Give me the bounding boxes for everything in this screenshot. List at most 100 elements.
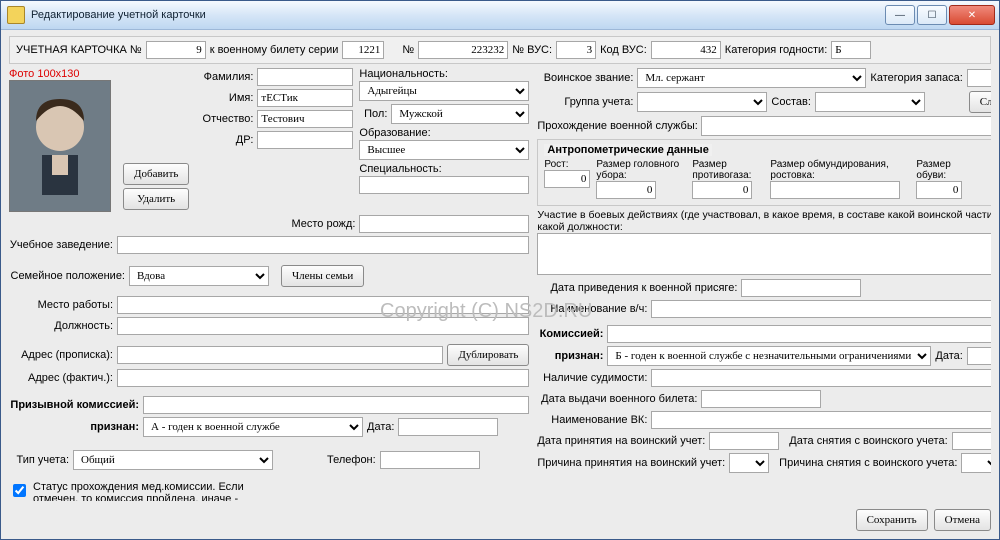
workplace-label: Место работы:	[9, 299, 113, 311]
shoe-input[interactable]	[916, 181, 962, 199]
save-button[interactable]: Сохранить	[856, 509, 928, 531]
group-select[interactable]	[637, 92, 767, 112]
close-button[interactable]: ✕	[949, 5, 995, 25]
oath-date-input[interactable]	[741, 279, 861, 297]
photo-delete-button[interactable]: Удалить	[123, 188, 189, 210]
shoe-label: Размер обуви:	[916, 159, 966, 181]
addr-fact-input[interactable]	[117, 369, 529, 387]
med-status-checkbox[interactable]	[13, 484, 26, 497]
recognized2-select[interactable]: Б - годен к военной службе с незначитель…	[607, 346, 931, 366]
patronymic-input[interactable]	[257, 110, 353, 128]
uniform-label: Размер обмундирования, ростовка:	[770, 159, 910, 181]
nationality-label: Национальность:	[359, 68, 447, 80]
photo-add-button[interactable]: Добавить	[123, 163, 189, 185]
mask-input[interactable]	[692, 181, 752, 199]
ticket-no-label: №	[402, 44, 414, 56]
enlist-date-input[interactable]	[709, 432, 779, 450]
duplicate-button[interactable]: Дублировать	[447, 344, 529, 366]
recognized-select[interactable]: А - годен к военной службе	[143, 417, 363, 437]
dob-label: ДР:	[195, 134, 253, 146]
med-status-label: Статус прохождения мед.комиссии. Если от…	[33, 481, 259, 501]
anthro-group: Антропометрические данные Рост: Размер г…	[537, 139, 991, 206]
name-input[interactable]	[257, 89, 353, 107]
addr-reg-input[interactable]	[117, 346, 443, 364]
vus-no-label: № ВУС:	[512, 44, 552, 56]
education-label: Образование:	[359, 127, 430, 139]
combat-label: Участие в боевых действиях (где участвов…	[537, 209, 991, 233]
maximize-button[interactable]: ☐	[917, 5, 947, 25]
fitness-input[interactable]	[831, 41, 871, 59]
card-no-label: УЧЕТНАЯ КАРТОЧКА №	[16, 44, 142, 56]
enlist-reason-label: Причина принятия на воинский учет:	[537, 457, 725, 469]
vk-name-label: Наименование ВК:	[537, 414, 647, 426]
education-select[interactable]: Высшее	[359, 140, 529, 160]
cancel-button[interactable]: Отмена	[934, 509, 991, 531]
rank-label: Воинское звание:	[537, 72, 633, 84]
enlist-reason-select[interactable]	[729, 453, 769, 473]
phone-input[interactable]	[380, 451, 480, 469]
app-icon	[7, 6, 25, 24]
unit-name-input[interactable]	[651, 300, 991, 318]
nationality-select[interactable]: Адыгейцы	[359, 81, 529, 101]
commission-label: Комиссией:	[537, 328, 603, 340]
recognized2-date-input[interactable]	[967, 347, 991, 365]
birthplace-input[interactable]	[359, 215, 529, 233]
card-no-input[interactable]	[146, 41, 206, 59]
ticket-no-input[interactable]	[418, 41, 508, 59]
reserve-cat-label: Категория запаса:	[870, 72, 962, 84]
service-pass-select[interactable]	[701, 116, 991, 136]
composition-select[interactable]	[815, 92, 925, 112]
dob-input[interactable]	[257, 131, 353, 149]
convictions-label: Наличие судимости:	[537, 372, 647, 384]
specialty-input[interactable]	[359, 176, 529, 194]
specialty-label: Специальность:	[359, 163, 441, 175]
family-button[interactable]: Члены семьи	[281, 265, 364, 287]
titlebar: Редактирование учетной карточки — ☐ ✕	[1, 1, 999, 30]
delist-reason-select[interactable]	[961, 453, 991, 473]
reserve-cat-input[interactable]	[967, 69, 991, 87]
rank-select[interactable]: Мл. сержант	[637, 68, 866, 88]
patronymic-label: Отчество:	[195, 113, 253, 125]
ticket-series-input[interactable]	[342, 41, 384, 59]
marital-select[interactable]: Вдова	[129, 266, 269, 286]
convictions-input[interactable]	[651, 369, 991, 387]
uniform-input[interactable]	[770, 181, 900, 199]
birthplace-label: Место рожд:	[291, 218, 355, 230]
enlist-date-label: Дата принятия на воинский учет:	[537, 435, 705, 447]
school-input[interactable]	[117, 236, 529, 254]
draft-commission-label: Призывной комиссией:	[9, 399, 139, 411]
position-input[interactable]	[117, 317, 529, 335]
ticket-issue-input[interactable]	[701, 390, 821, 408]
vus-code-input[interactable]	[651, 41, 721, 59]
head-input[interactable]	[596, 181, 656, 199]
sex-select[interactable]: Мужской	[391, 104, 529, 124]
draft-commission-input[interactable]	[143, 396, 529, 414]
acct-type-label: Тип учета:	[9, 454, 69, 466]
combat-textarea[interactable]	[537, 233, 991, 275]
vk-name-input[interactable]	[651, 411, 991, 429]
delist-date-input[interactable]	[952, 432, 991, 450]
recognized-date-label: Дата:	[367, 421, 394, 433]
vus-no-input[interactable]	[556, 41, 596, 59]
minimize-button[interactable]: —	[885, 5, 915, 25]
surname-input[interactable]	[257, 68, 353, 86]
commission-input[interactable]	[607, 325, 991, 343]
service-button[interactable]: Служба	[969, 91, 991, 113]
mask-label: Размер противогаза:	[692, 159, 764, 181]
position-label: Должность:	[9, 320, 113, 332]
marital-label: Семейное положение:	[9, 270, 125, 282]
composition-label: Состав:	[771, 96, 811, 108]
recognized-label: признан:	[9, 421, 139, 433]
photo-label: Фото 100х130	[9, 68, 117, 80]
window-title: Редактирование учетной карточки	[31, 9, 883, 21]
head-label: Размер головного убора:	[596, 159, 686, 181]
fitness-label: Категория годности:	[725, 44, 827, 56]
anthro-title: Антропометрические данные	[544, 144, 711, 156]
addr-fact-label: Адрес (фактич.):	[9, 372, 113, 384]
height-label: Рост:	[544, 159, 590, 170]
height-input[interactable]	[544, 170, 590, 188]
acct-type-select[interactable]: Общий	[73, 450, 273, 470]
workplace-input[interactable]	[117, 296, 529, 314]
ticket-series-label: к военному билету серии	[210, 44, 339, 56]
recognized-date-input[interactable]	[398, 418, 498, 436]
